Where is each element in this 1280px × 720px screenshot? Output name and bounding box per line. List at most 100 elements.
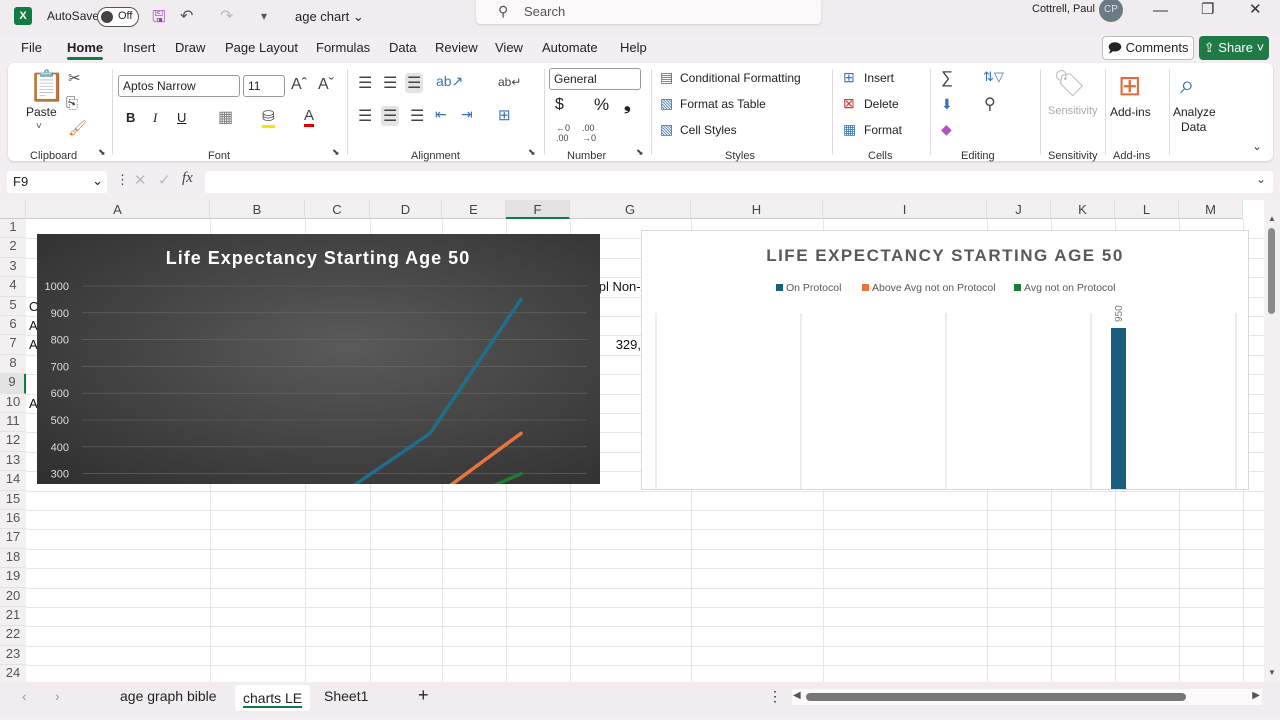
clear-icon[interactable]: ◆: [941, 121, 952, 138]
cancel-icon[interactable]: ✕: [134, 171, 147, 189]
tab-data[interactable]: Data: [389, 40, 416, 55]
bar-chart[interactable]: LIFE EXPECTANCY STARTING AGE 50 On Proto…: [641, 230, 1249, 490]
column-header-m[interactable]: M: [1179, 200, 1243, 219]
sort-filter-icon[interactable]: ⇅▽: [983, 69, 1004, 85]
formula-input[interactable]: [205, 171, 1273, 193]
conditional-formatting-button[interactable]: Conditional Formatting: [680, 71, 801, 85]
scroll-thumb[interactable]: [806, 693, 1186, 701]
tab-review[interactable]: Review: [435, 40, 478, 55]
paste-icon[interactable]: 📋: [28, 69, 65, 104]
comments-button[interactable]: 🗩 Comments: [1102, 36, 1194, 60]
column-header-f[interactable]: F: [506, 200, 570, 219]
enter-icon[interactable]: ✓: [158, 171, 171, 189]
column-header-k[interactable]: K: [1051, 200, 1115, 219]
row-header-19[interactable]: 19: [0, 568, 26, 588]
tab-file[interactable]: File: [21, 40, 42, 55]
sheet-tab[interactable]: Sheet1: [324, 688, 368, 704]
decrease-font-icon[interactable]: Aˇ: [318, 76, 334, 94]
row-header-1[interactable]: 1: [0, 219, 26, 239]
column-header-a[interactable]: A: [26, 200, 210, 219]
row-header-10[interactable]: 10: [0, 393, 26, 413]
row-header-9[interactable]: 9: [0, 374, 26, 394]
column-header-b[interactable]: B: [210, 200, 305, 219]
restore-icon[interactable]: ❐: [1201, 0, 1214, 18]
align-bottom-icon[interactable]: ☰: [405, 73, 424, 93]
row-header-18[interactable]: 18: [0, 548, 26, 569]
save-icon[interactable]: 🖫: [152, 6, 166, 33]
row-header-21[interactable]: 21: [0, 607, 26, 627]
dialog-launcher-icon[interactable]: ⬊: [528, 147, 536, 158]
add-ins-button[interactable]: Add-ins: [1110, 105, 1151, 119]
add-sheet-icon[interactable]: +: [418, 685, 429, 706]
align-right-icon[interactable]: ☰: [410, 106, 424, 126]
autosum-icon[interactable]: ∑: [941, 68, 953, 88]
row-header-12[interactable]: 12: [0, 432, 26, 452]
tab-insert[interactable]: Insert: [123, 40, 156, 55]
tab-help[interactable]: Help: [620, 40, 647, 55]
align-left-icon[interactable]: ☰: [358, 106, 372, 126]
next-sheet-icon[interactable]: ›: [55, 688, 60, 704]
orientation-icon[interactable]: ab↗: [436, 73, 463, 90]
fill-icon[interactable]: ⬇: [941, 96, 953, 113]
series-line-on-protocol[interactable]: [127, 297, 523, 484]
format-as-table-button[interactable]: Format as Table: [680, 97, 766, 111]
scroll-left-icon[interactable]: ◀: [793, 690, 801, 701]
row-header-8[interactable]: 8: [0, 354, 26, 375]
currency-button[interactable]: $: [555, 96, 564, 114]
wrap-text-icon[interactable]: ab↵: [498, 75, 521, 89]
row-header-14[interactable]: 14: [0, 471, 26, 491]
prev-sheet-icon[interactable]: ‹: [22, 688, 27, 704]
copy-icon[interactable]: ⎘: [66, 95, 78, 112]
insert-cells-button[interactable]: Insert: [864, 71, 894, 85]
tab-draw[interactable]: Draw: [175, 40, 205, 55]
row-header-15[interactable]: 15: [0, 490, 26, 510]
column-header-l[interactable]: L: [1115, 200, 1179, 219]
increase-indent-icon[interactable]: ⇥: [461, 106, 473, 123]
fill-color-icon[interactable]: ⛁: [262, 107, 275, 128]
number-format-select[interactable]: General: [549, 68, 641, 90]
document-title[interactable]: age chart ⌄: [295, 9, 364, 25]
column-header-c[interactable]: C: [305, 200, 370, 219]
sheet-tab[interactable]: age graph bible: [120, 688, 217, 704]
customize-qat-icon[interactable]: ▾: [261, 9, 267, 23]
tab-options-icon[interactable]: ⋮: [768, 688, 782, 705]
row-header-4[interactable]: 4: [0, 277, 26, 297]
row-header-17[interactable]: 17: [0, 529, 26, 549]
align-top-icon[interactable]: ☰: [358, 73, 372, 93]
close-icon[interactable]: ✕: [1249, 0, 1262, 18]
share-button[interactable]: ⇪ Share ˅: [1199, 36, 1269, 60]
row-header-11[interactable]: 11: [0, 413, 26, 433]
undo-icon[interactable]: ↶: [180, 6, 193, 26]
avatar[interactable]: CP: [1099, 0, 1123, 22]
dialog-launcher-icon[interactable]: ⬊: [636, 147, 644, 158]
minimize-icon[interactable]: —: [1153, 2, 1168, 19]
merge-center-icon[interactable]: ⊞: [498, 106, 511, 124]
tab-view[interactable]: View: [495, 40, 523, 55]
find-select-icon[interactable]: ⚲: [984, 94, 996, 114]
row-header-6[interactable]: 6: [0, 316, 26, 336]
align-middle-icon[interactable]: ☰: [383, 73, 397, 93]
borders-icon[interactable]: ▦: [218, 107, 233, 127]
dialog-launcher-icon[interactable]: ⬊: [98, 147, 106, 158]
scroll-right-icon[interactable]: ▶: [1252, 690, 1260, 701]
row-header-2[interactable]: 2: [0, 238, 26, 258]
font-size-select[interactable]: 11: [243, 75, 285, 97]
tab-automate[interactable]: Automate: [542, 40, 598, 55]
increase-font-icon[interactable]: Aˆ: [291, 76, 307, 94]
sensitivity-button[interactable]: Sensitivity: [1048, 105, 1098, 117]
vertical-scrollbar[interactable]: ▲ ▼: [1264, 200, 1280, 682]
comma-button[interactable]: ❟: [624, 95, 631, 115]
line-chart[interactable]: Life Expectancy Starting Age 50 1000 900 8…: [37, 234, 600, 484]
tab-formulas[interactable]: Formulas: [316, 40, 370, 55]
italic-button[interactable]: I: [153, 110, 157, 126]
format-painter-icon[interactable]: 🖌: [68, 119, 87, 137]
analyze-data-label1[interactable]: Analyze: [1173, 105, 1216, 119]
autosave-toggle[interactable]: Off: [97, 7, 139, 27]
row-header-22[interactable]: 22: [0, 626, 26, 646]
row-header-13[interactable]: 13: [0, 451, 26, 472]
select-all-corner[interactable]: [0, 200, 26, 219]
scroll-thumb[interactable]: [1268, 228, 1275, 314]
name-box[interactable]: F9 ⌄: [7, 171, 107, 193]
format-cells-button[interactable]: Format: [864, 123, 902, 137]
row-header-7[interactable]: 7: [0, 335, 26, 355]
